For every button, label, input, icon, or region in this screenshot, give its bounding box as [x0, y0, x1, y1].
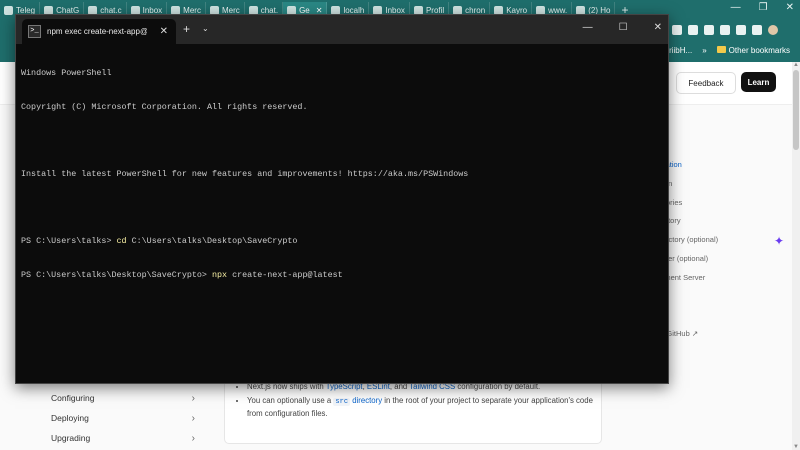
terminal-prompt: PS C:\Users\talks\Desktop\SaveCrypto>	[21, 269, 212, 280]
toc-item[interactable]: opment Server	[656, 269, 786, 288]
page-scrollbar[interactable]: ▲ ▼	[792, 62, 800, 450]
terminal-command: npx	[211, 269, 228, 280]
terminal-window-controls: — ☐ ✕	[583, 22, 662, 33]
terminal-window[interactable]: >_ npm exec create-next-app@la ✕ + ⌄ — ☐…	[15, 14, 669, 384]
telegram-icon	[4, 5, 13, 15]
terminal-titlebar[interactable]: >_ npm exec create-next-app@la ✕ + ⌄ — ☐…	[16, 15, 668, 44]
minimize-icon[interactable]: —	[731, 2, 741, 13]
sidebar-item-configuring[interactable]: Configuring ›	[51, 393, 201, 404]
extension-icons	[672, 25, 778, 35]
terminal-new-tab-button[interactable]: +	[183, 22, 190, 36]
good-to-know-note: Next.js now ships with TypeScript, ESLin…	[224, 376, 602, 444]
close-icon[interactable]: ✕	[654, 22, 662, 33]
folder-icon	[716, 46, 726, 53]
terminal-prompt: PS C:\Users\talks>	[21, 236, 117, 247]
extension-icon[interactable]	[672, 25, 682, 35]
terminal-args: create-next-app@latest	[227, 269, 343, 280]
sidebar-item-label: Configuring	[51, 393, 95, 403]
maximize-icon[interactable]: ❐	[759, 2, 768, 13]
terminal-line: PS C:\Users\talks\Desktop\SaveCrypto> np…	[21, 270, 661, 281]
chevron-right-icon: ›	[191, 413, 195, 424]
terminal-line: Install the latest PowerShell for new fe…	[21, 169, 469, 180]
scroll-up-icon[interactable]: ▲	[793, 62, 799, 68]
terminal-tab[interactable]: >_ npm exec create-next-app@la ✕	[22, 19, 176, 44]
sidebar-item-label: Deploying	[51, 413, 89, 423]
toc-spacer	[656, 306, 786, 325]
toc-item[interactable]: ectories	[656, 194, 786, 213]
sidebar-item-upgrading[interactable]: Upgrading ›	[51, 433, 201, 444]
maximize-icon[interactable]: ☐	[619, 22, 628, 33]
src-directory-link[interactable]: directory	[350, 396, 382, 405]
terminal-command: cd	[116, 236, 127, 247]
edit-on-github-link[interactable]: on GitHub ↗	[656, 325, 786, 344]
toc-spacer	[656, 288, 786, 307]
terminal-args: C:\Users\talks\Desktop\SaveCrypto	[126, 236, 298, 247]
close-icon[interactable]: ✕	[786, 2, 794, 13]
powershell-icon: >_	[28, 25, 41, 38]
minimize-icon[interactable]: —	[583, 22, 593, 33]
scroll-down-icon[interactable]: ▼	[793, 444, 799, 450]
note-item: You can optionally use a src directory i…	[247, 395, 601, 421]
close-icon[interactable]: ✕	[160, 26, 168, 37]
feedback-button[interactable]: Feedback	[676, 72, 736, 94]
terminal-tab-title: npm exec create-next-app@la	[47, 27, 147, 36]
terminal-output[interactable]: Windows PowerShell Copyright (C) Microso…	[21, 46, 661, 304]
ai-sparkle-icon[interactable]: ✦	[774, 234, 784, 248]
terminal-line: Windows PowerShell	[21, 68, 112, 79]
toc-item[interactable]: folder (optional)	[656, 250, 786, 269]
sidebar-item-label: Upgrading	[51, 433, 91, 443]
toc-item[interactable]: directory (optional)	[656, 231, 786, 250]
sidepanel-icon[interactable]	[752, 25, 762, 35]
chevron-down-icon[interactable]: ⌄	[202, 24, 209, 33]
toc-item[interactable]: irectory	[656, 212, 786, 231]
extension-icon[interactable]	[704, 25, 714, 35]
sidebar-item-deploying[interactable]: Deploying ›	[51, 413, 201, 424]
extension-icon[interactable]	[688, 25, 698, 35]
puzzle-icon[interactable]	[736, 25, 746, 35]
on-this-page-toc: tallation ation ectories irectory direct…	[656, 156, 786, 363]
terminal-line: PS C:\Users\talks> cd C:\Users\talks\Des…	[21, 236, 661, 247]
toc-item[interactable]: ation	[656, 175, 786, 194]
scrollbar-thumb[interactable]	[793, 70, 799, 150]
browser-window-controls: — ❐ ✕	[731, 2, 794, 13]
src-code: src	[333, 397, 351, 406]
extension-icon[interactable]	[720, 25, 730, 35]
chevron-right-icon: ›	[191, 433, 195, 444]
other-bookmarks[interactable]: Other bookmarks	[716, 46, 790, 55]
learn-button[interactable]: Learn	[741, 72, 776, 92]
external-link-icon[interactable]: ↗	[656, 344, 786, 363]
bookmarks-overflow-button[interactable]: »	[702, 46, 706, 55]
chevron-right-icon: ›	[191, 393, 195, 404]
terminal-line: Copyright (C) Microsoft Corporation. All…	[21, 102, 308, 112]
avatar[interactable]	[768, 25, 778, 35]
toc-item[interactable]: tallation	[656, 156, 786, 175]
